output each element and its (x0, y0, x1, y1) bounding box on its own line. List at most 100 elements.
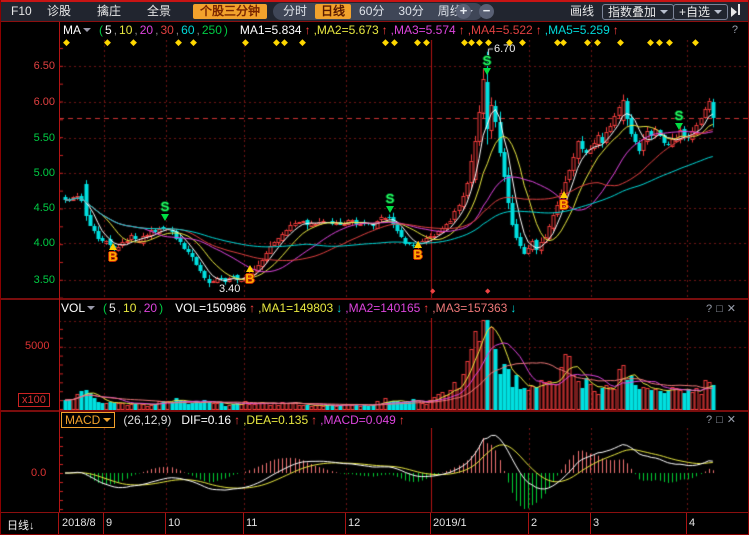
signal-diamond-icon: ◆ (414, 38, 421, 47)
signal-diamond-icon: ◆ (273, 38, 280, 47)
indicator-value: ) (224, 23, 228, 37)
date-axis-label: 2019/1 (433, 517, 467, 529)
price-axis-label: 5.00 (3, 167, 55, 179)
date-axis-label: 3 (593, 517, 599, 529)
signal-diamond-icon: ◆ (299, 38, 306, 47)
toolbar-diagnose-button[interactable]: 诊股 (47, 4, 71, 19)
sell-arrow-icon (483, 68, 491, 75)
axis-separator (590, 513, 591, 535)
indicator-value: DIF=0.16 (181, 413, 231, 427)
draw-line-button[interactable]: 画线 (570, 4, 594, 19)
price-axis-label: 6.50 (3, 60, 55, 72)
signal-diamond-icon: ◆ (130, 38, 137, 47)
indicator-value: , (138, 301, 141, 315)
trend-arrow-icon: ↑ (234, 413, 240, 427)
vol-panel-icons: ?□✕ (706, 302, 740, 315)
indicator-value: ,MACD=0.049 (320, 413, 396, 427)
date-axis-label: 2 (531, 517, 537, 529)
ma-indicator-dropdown[interactable]: MA (63, 23, 91, 37)
toolbar: F10 诊股 擒庄 全景 个股三分钟 分时 日线 60分 30分 周线 + − … (1, 2, 749, 21)
add-watchlist-button[interactable]: +自选 (673, 4, 728, 20)
signal-diamond-icon: ◆ (485, 38, 492, 47)
close-icon[interactable]: ✕ (727, 414, 740, 426)
low-price-label: 3.40 (219, 283, 240, 295)
chevron-down-icon (83, 28, 91, 32)
index-overlay-button[interactable]: 指数叠加 (602, 4, 674, 20)
tab-daily[interactable]: 日线 (315, 4, 351, 19)
help-icon[interactable]: ? (732, 24, 738, 36)
down-arrow-icon: ↓ (29, 520, 35, 532)
maximize-icon[interactable]: □ (716, 414, 727, 426)
toolbar-f10-button[interactable]: F10 (11, 4, 32, 19)
signal-diamond-icon: ◆ (63, 38, 70, 47)
macd-values: DIF=0.16↑,DEA=0.135↑,MACD=0.049↑ (181, 413, 407, 427)
axis-separator (686, 513, 687, 535)
trend-arrow-icon: ↓ (336, 301, 342, 315)
axis-separator (430, 513, 431, 535)
indicator-value: 20 (140, 23, 153, 37)
collapse-panel-icon[interactable] (731, 4, 740, 21)
period-selector[interactable]: 日线↓ (7, 517, 35, 533)
signal-diamond-icon: ◆ (692, 38, 699, 47)
trend-arrow-icon: ↑ (459, 23, 465, 37)
macd-indicator-header: MACD (26,12,9) DIF=0.16↑,DEA=0.135↑,MACD… (61, 412, 408, 428)
price-axis-line (59, 22, 60, 512)
trend-arrow-icon: ↑ (382, 23, 388, 37)
buy-signal-marker: B (557, 191, 571, 211)
toolbar-stock-3min-button[interactable]: 个股三分钟 (193, 4, 267, 19)
indicator-value: ( (99, 23, 103, 37)
price-axis-label: 4.00 (3, 237, 55, 249)
indicator-value: , (176, 23, 179, 37)
help-icon[interactable]: ? (706, 414, 716, 426)
sell-arrow-icon (386, 206, 394, 213)
vol-values: VOL=150986↑,MA1=149803↓,MA2=140165↑,MA3=… (175, 301, 519, 315)
zoom-out-button[interactable]: − (479, 4, 494, 19)
axis-separator (58, 513, 59, 535)
signal-diamond-icon: ◆ (175, 38, 182, 47)
maximize-icon[interactable]: □ (716, 303, 727, 315)
main-chart-canvas[interactable] (59, 40, 749, 298)
volume-axis-label: 5000 (25, 340, 49, 352)
tab-30min[interactable]: 30分 (392, 4, 429, 19)
indicator-value: ,MA4=5.522 (468, 23, 533, 37)
period-tab-group: 分时 日线 60分 30分 周线 (273, 3, 483, 20)
help-icon[interactable]: ? (706, 303, 716, 315)
signal-diamond-icon: ◆ (242, 38, 249, 47)
trend-arrow-icon: ↑ (311, 413, 317, 427)
tab-timeline[interactable]: 分时 (277, 4, 313, 19)
indicator-value: 10 (119, 23, 132, 37)
chevron-down-icon (660, 10, 668, 14)
signal-diamond-icon: ◆ (506, 38, 513, 47)
ma-values: MA1=5.834↑,MA2=5.673↑,MA3=5.574↑,MA4=5.5… (240, 23, 622, 37)
chevron-down-icon (714, 10, 722, 14)
trend-arrow-icon: ↑ (249, 301, 255, 315)
indicator-value: 5 (109, 301, 116, 315)
indicator-value: 250 (202, 23, 222, 37)
indicator-value: ,MA5=5.259 (545, 23, 610, 37)
volume-chart-canvas[interactable] (59, 318, 749, 410)
macd-indicator-dropdown[interactable]: MACD (61, 412, 115, 428)
signal-diamond-icon: ◆ (560, 38, 567, 47)
indicator-value: 5 (105, 23, 112, 37)
macd-params: (26,12,9) (123, 413, 171, 427)
indicator-value: ,MA1=149803 (258, 301, 333, 315)
signal-diamond-icon: ◆ (468, 38, 475, 47)
buy-signal-marker: B (106, 243, 120, 263)
toolbar-qinzhuang-button[interactable]: 擒庄 (97, 4, 121, 19)
axis-separator (243, 513, 244, 535)
toolbar-panorama-button[interactable]: 全景 (147, 4, 171, 19)
close-icon[interactable]: ✕ (727, 303, 740, 315)
indicator-value: ,MA3=157363 (432, 301, 507, 315)
indicator-value: ,MA2=5.673 (314, 23, 379, 37)
signal-diamond-icon: ◆ (461, 38, 468, 47)
signal-diamond-icon: ◆ (485, 288, 490, 295)
sell-signal-marker: S (672, 110, 686, 130)
trend-arrow-icon: ↑ (613, 23, 619, 37)
tab-60min[interactable]: 60分 (353, 4, 390, 19)
sell-signal-marker: S (383, 193, 397, 213)
price-axis-label: 3.50 (3, 274, 55, 286)
zoom-in-button[interactable]: + (456, 4, 471, 19)
vol-indicator-dropdown[interactable]: VOL (61, 301, 95, 315)
sell-arrow-icon (675, 123, 683, 130)
macd-chart-canvas[interactable] (59, 428, 749, 512)
